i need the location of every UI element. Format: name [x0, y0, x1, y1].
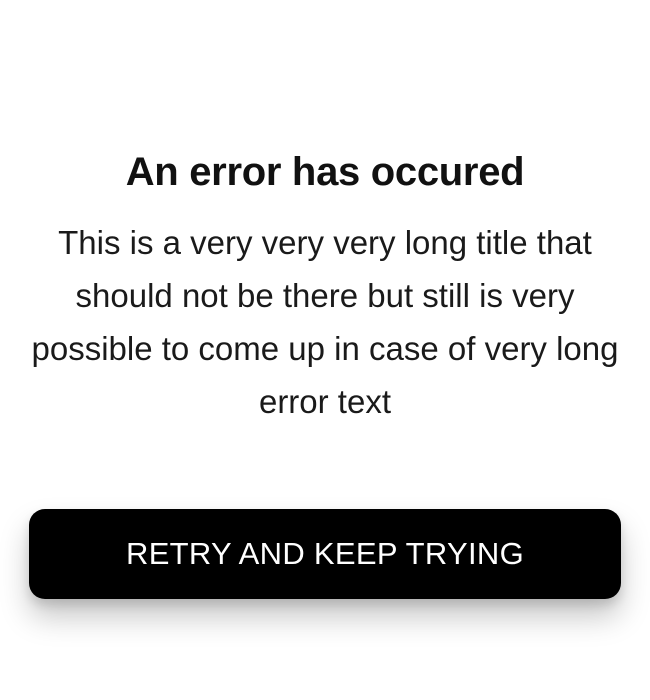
error-screen: An error has occured This is a very very… — [0, 0, 650, 700]
error-message: This is a very very very long title that… — [31, 224, 619, 420]
error-content: An error has occured This is a very very… — [0, 140, 650, 428]
error-title: An error has occured — [125, 150, 525, 194]
retry-button[interactable]: RETRY AND KEEP TRYING — [29, 509, 621, 599]
